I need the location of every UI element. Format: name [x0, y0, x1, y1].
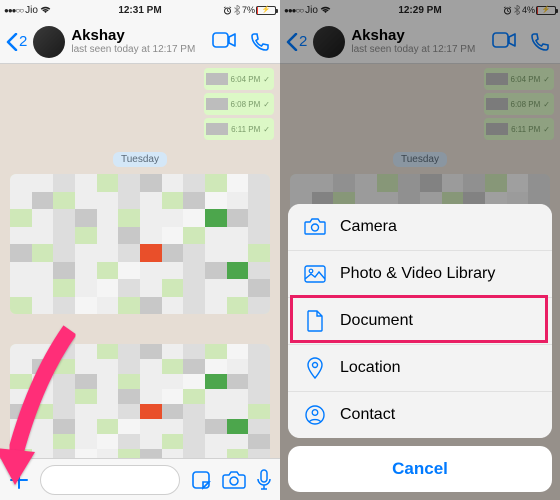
chat-scroll-area[interactable]: 6:04 PM✓ 6:08 PM✓ 6:11 PM✓ Tuesday — [0, 64, 280, 458]
sheet-option-location[interactable]: Location — [288, 345, 552, 392]
screen-left-chat: ●●●○○ Jio 12:31 PM 7% ⚡ — [0, 0, 280, 500]
mic-icon[interactable] — [256, 469, 272, 491]
video-call-icon[interactable] — [212, 32, 236, 52]
camera-icon[interactable] — [222, 470, 246, 490]
message-bubble[interactable]: 6:11 PM✓ — [204, 118, 274, 140]
chat-title-block[interactable]: Akshay last seen today at 12:17 PM — [71, 28, 208, 56]
status-time: 12:31 PM — [0, 5, 280, 16]
day-separator: Tuesday — [113, 152, 167, 167]
sheet-label: Document — [340, 312, 413, 330]
last-seen: last seen today at 12:17 PM — [71, 44, 208, 55]
sheet-label: Camera — [340, 218, 397, 236]
sheet-option-camera[interactable]: Camera — [288, 204, 552, 251]
input-toolbar — [0, 458, 280, 500]
voice-call-icon[interactable] — [250, 32, 270, 52]
sheet-label: Photo & Video Library — [340, 265, 495, 283]
sheet-option-contact[interactable]: Contact — [288, 392, 552, 438]
attach-button[interactable] — [8, 469, 30, 491]
sheet-option-photo-video[interactable]: Photo & Video Library — [288, 251, 552, 298]
message-bubble[interactable]: 6:08 PM✓ — [204, 93, 274, 115]
contact-icon — [304, 404, 326, 426]
back-count: 2 — [19, 33, 27, 50]
back-button[interactable]: 2 — [6, 33, 27, 51]
document-icon — [304, 310, 326, 332]
sheet-label: Location — [340, 359, 401, 377]
message-input[interactable] — [40, 465, 180, 495]
chat-header: 2 Akshay last seen today at 12:17 PM — [0, 20, 280, 64]
sheet-option-document[interactable]: Document — [288, 298, 552, 345]
sheet-cancel-button[interactable]: Cancel — [288, 446, 552, 492]
camera-icon — [304, 216, 326, 238]
attachment-action-sheet: Camera Photo & Video Library Document — [288, 204, 552, 492]
media-message[interactable] — [10, 174, 270, 314]
sticker-icon[interactable] — [190, 469, 212, 491]
contact-name: Akshay — [71, 28, 208, 45]
side-by-side-container: ●●●○○ Jio 12:31 PM 7% ⚡ — [0, 0, 560, 500]
sheet-label: Contact — [340, 406, 395, 424]
status-bar: ●●●○○ Jio 12:31 PM 7% ⚡ — [0, 0, 280, 20]
screen-right-actionsheet: ●●●○○ Jio 12:29 PM 4% ⚡ — [280, 0, 560, 500]
message-bubble[interactable]: 6:04 PM✓ — [204, 68, 274, 90]
photo-icon — [304, 263, 326, 285]
location-icon — [304, 357, 326, 379]
avatar[interactable] — [33, 26, 65, 58]
media-message[interactable] — [10, 344, 270, 458]
